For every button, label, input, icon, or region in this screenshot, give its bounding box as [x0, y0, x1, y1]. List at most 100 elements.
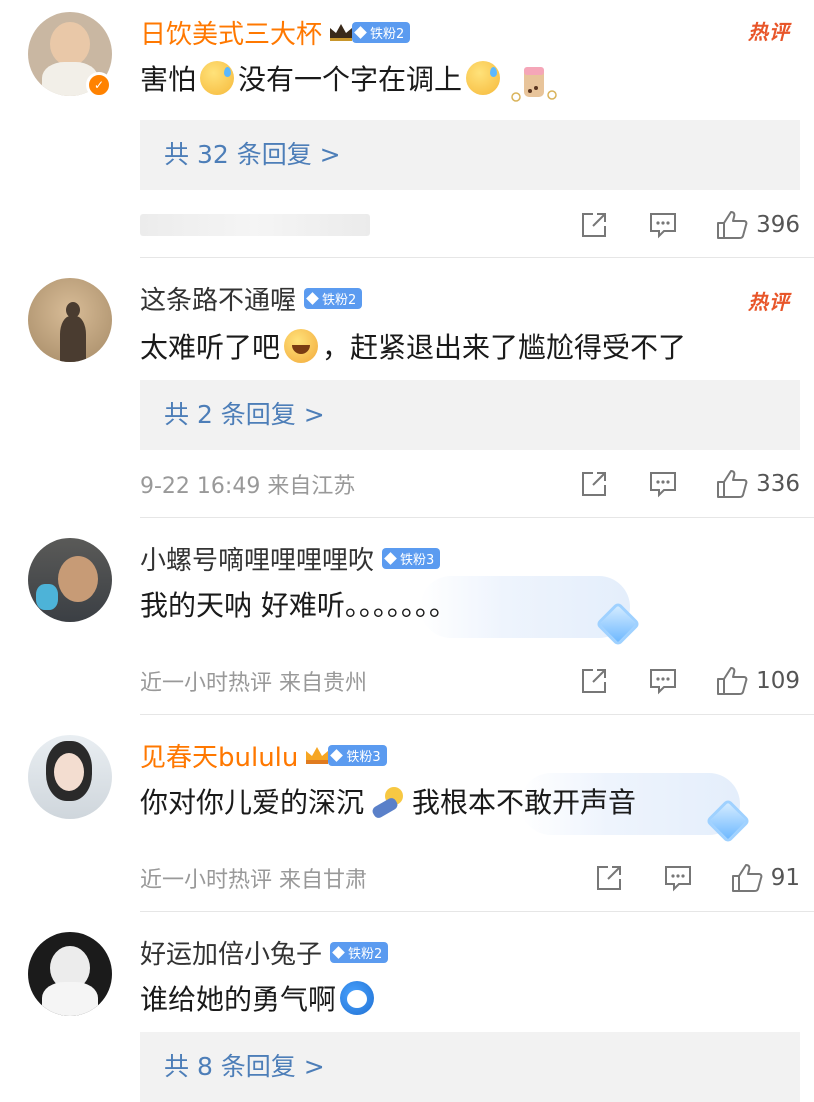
- comment-button[interactable]: [648, 470, 678, 498]
- username[interactable]: 小螺号嘀哩哩哩哩吹: [140, 540, 374, 577]
- replies-link[interactable]: 共 8 条回复 >: [140, 1032, 800, 1102]
- share-icon: [596, 866, 621, 890]
- comment-meta: 9-22 16:49 来自江苏: [140, 474, 356, 499]
- comment-text: 害怕 没有一个字在调上: [140, 56, 557, 102]
- verified-badge-icon: ✓: [86, 72, 112, 98]
- action-bar: 336: [580, 464, 800, 504]
- comment-text-part: 太难听了吧: [140, 331, 281, 364]
- diamond-icon: [332, 945, 345, 959]
- share-button[interactable]: [595, 864, 623, 892]
- share-icon: [582, 472, 607, 496]
- action-bar: 109: [580, 661, 800, 701]
- replies-label: 共 8 条回复 >: [164, 1052, 325, 1081]
- fan-badge: 铁粉3: [328, 744, 387, 766]
- avatar[interactable]: [28, 538, 112, 622]
- name-line: 这条路不通喔 铁粉2: [140, 278, 363, 318]
- fan-badge-label: 铁粉2: [322, 292, 357, 308]
- replies-link[interactable]: 共 2 条回复 >: [140, 380, 800, 450]
- like-button[interactable]: 91: [731, 863, 800, 893]
- comment-text: 太难听了吧 ，赶紧退出来了尴尬得受不了: [140, 324, 686, 368]
- comment-text-part: ，赶紧退出来了尴尬得受不了: [322, 331, 687, 364]
- comment-icon: [650, 213, 677, 239]
- name-line: 好运加倍小兔子 铁粉2: [140, 932, 389, 972]
- like-button[interactable]: 109: [716, 666, 800, 696]
- comment-icon: [664, 866, 691, 892]
- action-bar: 91: [595, 858, 800, 898]
- fan-badge: 铁粉3: [382, 547, 441, 569]
- name-line: 小螺号嘀哩哩哩哩吹 铁粉3: [140, 538, 441, 578]
- like-count: 336: [756, 471, 800, 497]
- name-line: 见春天bululu 铁粉3: [140, 735, 387, 775]
- comment-item: 这条路不通喔 铁粉2 热评 太难听了吧 ，赶紧退出来了尴尬得受不了 共 2 条回…: [0, 258, 814, 518]
- comment-meta: 近一小时热评 来自甘肃: [140, 868, 367, 893]
- share-icon: [582, 213, 607, 237]
- comment-text: 我的天呐 好难听。。。。。。。: [140, 582, 457, 626]
- comment-text-part: 你对你儿爱的深沉: [140, 786, 365, 819]
- diamond-icon: [330, 748, 344, 762]
- thumbs-up-icon: [717, 667, 748, 695]
- comment-icon: [650, 472, 677, 498]
- fan-badge: 铁粉2: [352, 21, 411, 43]
- fan-badge-label: 铁粉3: [346, 749, 381, 765]
- comment-text-part: 谁给她的勇气啊: [140, 983, 337, 1016]
- comment-text-part: 没有一个字在调上: [238, 63, 463, 96]
- username[interactable]: 日饮美式三大杯: [140, 14, 322, 51]
- like-count: 109: [756, 668, 800, 694]
- comment-text-part: 我的天呐 好难听。。。。。。。: [140, 589, 457, 622]
- comment-item: 小螺号嘀哩哩哩哩吹 铁粉3 我的天呐 好难听。。。。。。。 近一小时热评 来自贵…: [0, 518, 814, 715]
- comment-text-part: 害怕: [140, 63, 197, 96]
- comment-item: 见春天bululu 铁粉3 你对你儿爱的深沉 我根本不敢开声音 近一小时热评 来…: [0, 715, 814, 912]
- comment-item: ✓ 日饮美式三大杯 铁粉2 热评 害怕 没有一个字在调上 共 32 条回复 > …: [0, 0, 814, 258]
- thumbs-up-icon: [717, 470, 748, 498]
- avatar[interactable]: [28, 735, 112, 819]
- crown-icon: [304, 745, 330, 765]
- doraemon-emoji-icon: [340, 981, 375, 1015]
- avatar[interactable]: [28, 932, 112, 1016]
- action-bar: 396: [580, 205, 800, 245]
- fan-badge: 铁粉2: [304, 287, 363, 309]
- diamond-icon: [384, 551, 397, 565]
- thumbs-up-icon: [731, 864, 763, 892]
- thumbs-up-icon: [717, 211, 748, 239]
- share-button[interactable]: [580, 667, 608, 695]
- diamond-icon: [354, 25, 367, 39]
- laugh-cry-emoji-icon: [284, 329, 319, 363]
- sleeping-emoji-icon: [368, 784, 408, 818]
- comment-text: 谁给她的勇气啊: [140, 976, 378, 1020]
- like-button[interactable]: 396: [716, 210, 800, 240]
- diamond-icon: [306, 291, 319, 305]
- replies-link[interactable]: 共 32 条回复 >: [140, 120, 800, 190]
- comment-icon: [650, 669, 677, 695]
- fan-badge-label: 铁粉2: [348, 946, 383, 962]
- comment-button[interactable]: [648, 667, 678, 695]
- comment-text: 你对你儿爱的深沉 我根本不敢开声音: [140, 779, 636, 823]
- fan-badge: 铁粉2: [330, 941, 389, 963]
- comment-button[interactable]: [648, 211, 678, 239]
- username[interactable]: 见春天bululu: [140, 737, 298, 774]
- sweat-emoji-icon: [200, 61, 235, 95]
- replies-label: 共 2 条回复 >: [164, 400, 325, 429]
- username[interactable]: 好运加倍小兔子: [140, 934, 322, 971]
- name-line: 日饮美式三大杯 铁粉2: [140, 12, 411, 52]
- sweat-emoji-icon: [466, 61, 501, 95]
- share-button[interactable]: [580, 211, 608, 239]
- avatar[interactable]: [28, 278, 112, 362]
- like-count: 91: [770, 865, 800, 891]
- comment-text-part: 我根本不敢开声音: [412, 786, 637, 819]
- username[interactable]: 这条路不通喔: [140, 280, 296, 317]
- share-icon: [582, 669, 607, 693]
- blurred-meta: [140, 214, 370, 236]
- milk-tea-sticker-icon: [508, 61, 557, 102]
- fan-badge-label: 铁粉3: [400, 552, 435, 568]
- hot-comment-badge: 热评: [748, 290, 790, 314]
- comment-item: 好运加倍小兔子 铁粉2 谁给她的勇气啊 共 8 条回复 >: [0, 912, 814, 1102]
- hot-comment-badge: 热评: [748, 20, 790, 44]
- comment-meta: 近一小时热评 来自贵州: [140, 671, 367, 696]
- fan-badge-label: 铁粉2: [370, 26, 405, 42]
- replies-label: 共 32 条回复 >: [164, 140, 341, 169]
- like-button[interactable]: 336: [716, 469, 800, 499]
- like-count: 396: [756, 212, 800, 238]
- crown-icon: [328, 22, 354, 42]
- comment-button[interactable]: [663, 864, 693, 892]
- share-button[interactable]: [580, 470, 608, 498]
